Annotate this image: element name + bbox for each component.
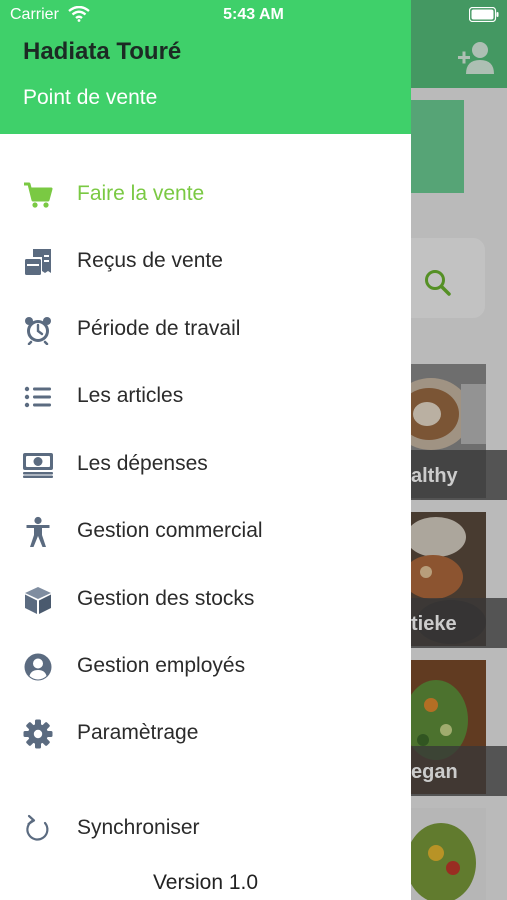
version-label: Version 1.0 [152,871,259,894]
alarm-clock-icon [22,315,54,345]
menu-label: Gestion employés [77,654,246,677]
battery-icon [469,7,499,22]
menu-label: Synchroniser [77,816,200,839]
menu-label: Paramètrage [77,721,199,744]
gear-icon [22,719,54,749]
user-role: Point de vente [23,86,158,109]
person-icon [22,516,54,547]
menu-item-gestion-employes[interactable]: Gestion employés [0,640,411,694]
menu-label: Gestion des stocks [77,587,255,610]
drawer-overlay[interactable] [411,0,507,900]
menu-item-parametrage[interactable]: Paramètrage [0,707,411,761]
money-icon [22,450,54,480]
status-bar: Carrier 5:43 AM [0,0,507,30]
menu-label: Période de travail [77,317,241,340]
menu-item-recus-de-vente[interactable]: Reçus de vente [0,235,411,289]
user-name: Hadiata Touré [23,38,182,65]
menu-item-gestion-commercial[interactable]: Gestion commercial [0,505,411,559]
menu-label: Les articles [77,384,184,407]
menu-item-gestion-des-stocks[interactable]: Gestion des stocks [0,573,411,627]
sync-icon [22,814,54,844]
receipt-icon [22,247,54,277]
clock: 5:43 AM [223,6,284,23]
menu-label: Reçus de vente [77,249,223,272]
menu-label: Les dépenses [77,452,208,475]
menu-item-faire-la-vente[interactable]: Faire la vente [0,168,411,222]
user-circle-icon [22,652,54,682]
navigation-drawer: Hadiata Touré Point de vente Faire la ve… [0,0,411,900]
menu-label: Gestion commercial [77,519,263,542]
menu-item-periode-de-travail[interactable]: Période de travail [0,303,411,357]
box-icon [22,585,54,615]
list-icon [22,382,54,412]
menu-label: Faire la vente [77,182,205,205]
cart-icon [22,180,54,210]
menu-item-synchroniser[interactable]: Synchroniser [0,802,411,856]
menu-item-les-depenses[interactable]: Les dépenses [0,438,411,492]
menu-item-les-articles[interactable]: Les articles [0,370,411,424]
